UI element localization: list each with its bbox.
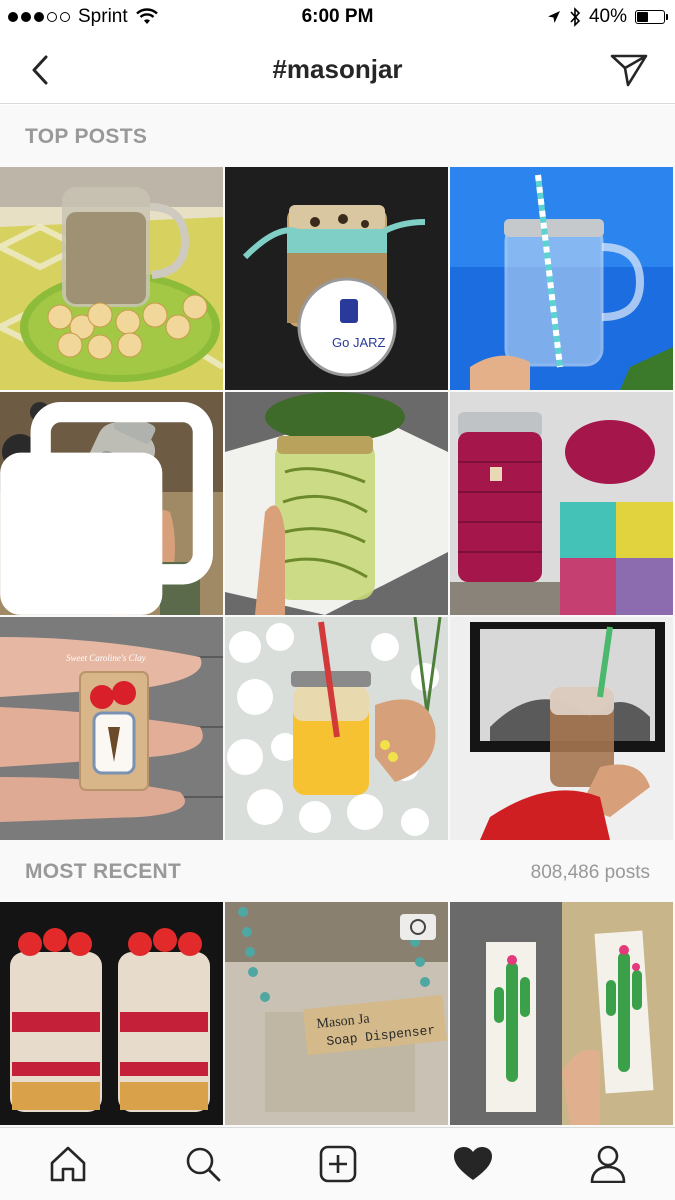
bottom-tab-bar bbox=[0, 1127, 675, 1200]
post-image-soap-dispenser: Mason Ja Soap Dispenser bbox=[225, 902, 448, 1125]
post-thumbnail[interactable]: Sweet Caroline's Clay bbox=[0, 617, 223, 840]
search-icon bbox=[186, 1147, 220, 1182]
direct-send-button[interactable] bbox=[607, 50, 651, 90]
most-recent-label: MOST RECENT bbox=[25, 860, 182, 883]
add-post-icon bbox=[319, 1145, 356, 1183]
post-image-crochet-cozy bbox=[450, 392, 673, 615]
heart-icon bbox=[453, 1147, 492, 1180]
post-thumbnail[interactable] bbox=[0, 392, 223, 615]
post-thumbnail[interactable] bbox=[450, 392, 673, 615]
gojarz-tag-text: Go JARZ bbox=[332, 335, 386, 350]
post-thumbnail[interactable] bbox=[450, 902, 673, 1125]
tab-home[interactable] bbox=[38, 1139, 98, 1189]
most-recent-header: MOST RECENT 808,486 posts bbox=[0, 840, 675, 902]
post-image-iced-coffee bbox=[450, 617, 673, 840]
post-thumbnail[interactable]: Go JARZ bbox=[225, 167, 448, 390]
status-bar: Sprint 6:00 PM 40% bbox=[0, 0, 675, 36]
post-count: 808,486 posts bbox=[530, 862, 650, 883]
post-image-cactus-panels bbox=[450, 902, 673, 1125]
post-thumbnail[interactable] bbox=[0, 902, 223, 1125]
multiple-photos-icon bbox=[0, 402, 213, 615]
post-image-cookie-jar: Go JARZ bbox=[225, 167, 448, 390]
nav-bar: #masonjar bbox=[0, 36, 675, 104]
most-recent-grid: Mason Ja Soap Dispenser bbox=[0, 902, 675, 1125]
post-thumbnail[interactable] bbox=[450, 167, 673, 390]
watermark-text: Sweet Caroline's Clay bbox=[66, 653, 146, 663]
post-thumbnail[interactable] bbox=[450, 617, 673, 840]
tab-add-post[interactable] bbox=[308, 1139, 368, 1189]
tab-search[interactable] bbox=[173, 1139, 233, 1189]
location-arrow-icon bbox=[547, 11, 560, 23]
post-image-zoodles-jar bbox=[225, 392, 448, 615]
tab-profile[interactable] bbox=[578, 1139, 638, 1189]
status-right: 40% bbox=[547, 6, 668, 28]
top-posts-label: TOP POSTS bbox=[25, 125, 148, 148]
chevron-left-icon bbox=[32, 55, 48, 85]
top-posts-grid: Go JARZ Sweet Caroline's Clay bbox=[0, 167, 675, 840]
page-title: #masonjar bbox=[272, 54, 403, 84]
back-button[interactable] bbox=[22, 50, 58, 90]
direct-send-icon bbox=[610, 54, 648, 87]
post-image-clay-miniature: Sweet Caroline's Clay bbox=[0, 617, 223, 840]
post-image-strawberry-parfait bbox=[0, 902, 223, 1125]
battery-fill bbox=[637, 12, 649, 22]
post-image-sky-jar bbox=[450, 167, 673, 390]
battery-icon bbox=[635, 10, 668, 24]
battery-percent: 40% bbox=[588, 6, 627, 27]
bluetooth-icon bbox=[570, 7, 581, 27]
post-thumbnail[interactable] bbox=[225, 617, 448, 840]
top-posts-header: TOP POSTS bbox=[0, 105, 675, 167]
post-image-oats-jar bbox=[0, 167, 223, 390]
post-thumbnail[interactable] bbox=[225, 392, 448, 615]
hashtag-feed: TOP POSTS Go JARZ Sweet Caroline's Clay … bbox=[0, 105, 675, 1127]
tab-activity[interactable] bbox=[443, 1139, 503, 1189]
post-thumbnail[interactable] bbox=[0, 167, 223, 390]
profile-icon bbox=[590, 1145, 625, 1183]
post-image-yellow-smoothie bbox=[225, 617, 448, 840]
home-icon bbox=[50, 1146, 85, 1182]
post-thumbnail[interactable]: Mason Ja Soap Dispenser bbox=[225, 902, 448, 1125]
